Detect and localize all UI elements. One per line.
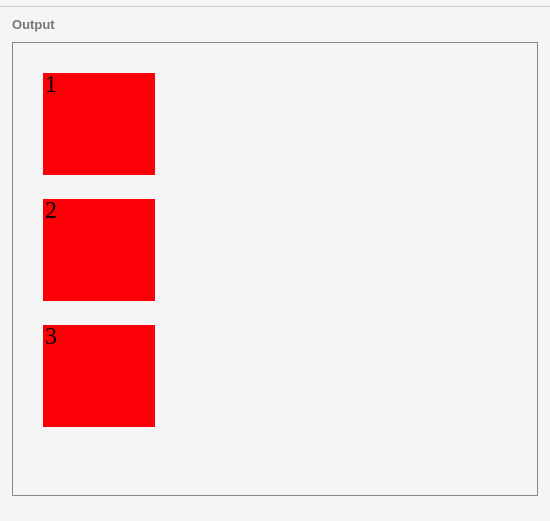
- output-box-3: 3: [43, 325, 155, 427]
- output-box-2: 2: [43, 199, 155, 301]
- output-header: Output: [0, 7, 550, 42]
- output-box-1: 1: [43, 73, 155, 175]
- output-panel: 1 2 3: [12, 42, 538, 496]
